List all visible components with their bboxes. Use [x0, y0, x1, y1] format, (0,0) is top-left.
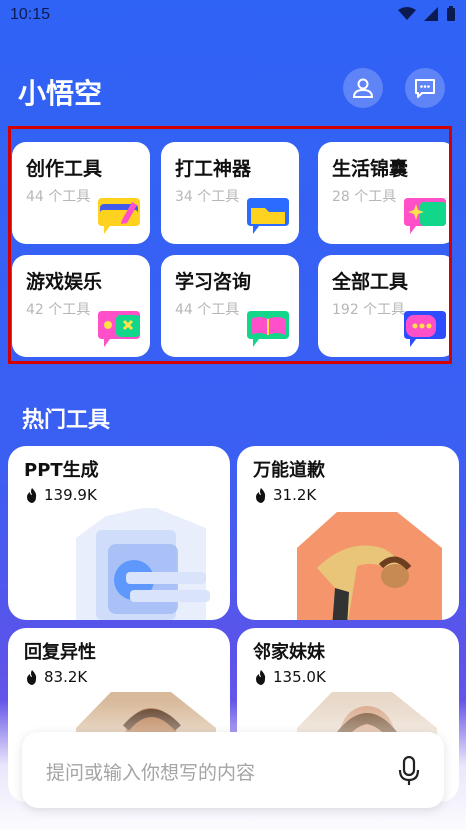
category-card-life[interactable]: 生活锦囊 28 个工具 [318, 142, 449, 244]
category-title: 学习咨询 [175, 271, 252, 293]
sparkle-icon [404, 198, 446, 234]
tool-title: 邻家妹妹 [253, 642, 325, 663]
tool-title: 回复异性 [24, 642, 96, 663]
status-icons [398, 6, 456, 22]
battery-icon [447, 6, 455, 21]
category-count: 34 个工具 [175, 189, 240, 205]
tool-hot-value: 135.0K [273, 668, 326, 686]
category-count: 44 个工具 [26, 189, 91, 205]
category-card-all[interactable]: 全部工具 192 个工具 [318, 255, 449, 357]
tool-hot-count: 83.2K [26, 668, 87, 686]
app-title: 小悟空 [18, 77, 103, 110]
folder-icon [247, 198, 289, 234]
fire-icon [256, 669, 266, 685]
ppt-illustration [76, 508, 210, 620]
tool-hot-value: 31.2K [273, 486, 317, 504]
fire-icon [27, 669, 37, 685]
category-grid: 创作工具 44 个工具 打工神器 34 个工具 生活锦囊 28 个工具 游戏娱乐… [8, 126, 452, 364]
fire-icon [27, 487, 37, 503]
category-title: 全部工具 [332, 271, 409, 293]
gamepad-icon [98, 311, 140, 347]
tool-card-apology[interactable]: 万能道歉 31.2K [237, 446, 459, 620]
category-card-study[interactable]: 学习咨询 44 个工具 [161, 255, 299, 357]
category-title: 打工神器 [175, 158, 252, 180]
category-card-work[interactable]: 打工神器 34 个工具 [161, 142, 299, 244]
message-button[interactable] [405, 68, 445, 108]
prompt-input-placeholder[interactable]: 提问或输入你想写的内容 [46, 758, 255, 785]
tool-hot-count: 135.0K [255, 668, 326, 686]
fire-icon [256, 487, 266, 503]
category-count: 192 个工具 [332, 302, 406, 318]
tool-hot-value: 83.2K [44, 668, 88, 686]
tool-hot-value: 139.9K [44, 486, 97, 504]
category-count: 44 个工具 [175, 302, 240, 318]
user-icon [352, 78, 374, 98]
book-icon [247, 311, 289, 347]
profile-button[interactable] [343, 68, 383, 108]
wifi-icon [398, 7, 416, 20]
tool-title: PPT生成 [24, 460, 99, 481]
tool-title: 万能道歉 [253, 460, 325, 481]
category-title: 生活锦囊 [332, 158, 409, 180]
pencil-icon [98, 198, 140, 234]
category-card-creation[interactable]: 创作工具 44 个工具 [12, 142, 150, 244]
section-title-hot: 热门工具 [22, 408, 111, 433]
signal-icon [424, 7, 438, 21]
microphone-icon[interactable] [398, 756, 420, 786]
tool-hot-count: 31.2K [255, 486, 316, 504]
category-count: 42 个工具 [26, 302, 91, 318]
chat-icon [415, 79, 435, 98]
tool-hot-count: 139.9K [26, 486, 97, 504]
tool-card-ppt[interactable]: PPT生成 139.9K [8, 446, 230, 620]
prompt-input-bar[interactable]: 提问或输入你想写的内容 [22, 732, 444, 808]
category-card-games[interactable]: 游戏娱乐 42 个工具 [12, 255, 150, 357]
category-count: 28 个工具 [332, 189, 397, 205]
category-title: 游戏娱乐 [26, 271, 103, 293]
status-bar: 10:15 [0, 0, 466, 32]
dots-icon [404, 311, 446, 347]
status-time: 10:15 [10, 6, 51, 23]
apology-illustration [297, 512, 442, 620]
category-title: 创作工具 [26, 158, 103, 180]
